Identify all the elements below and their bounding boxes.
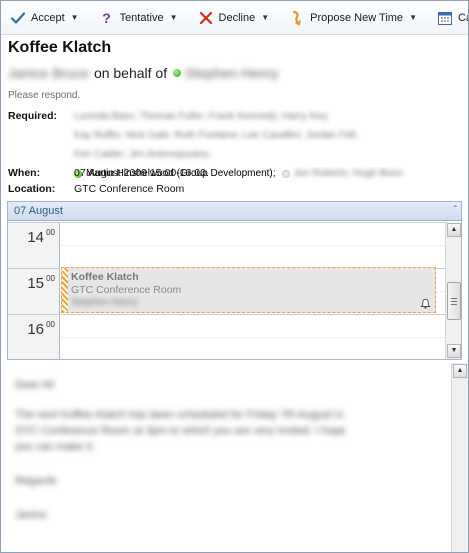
appointment-title: Koffee Klatch bbox=[71, 271, 139, 283]
appointment-organizer: Stephen Henry bbox=[71, 297, 138, 308]
calendar-icon bbox=[437, 11, 452, 25]
decline-button[interactable]: Decline ▼ bbox=[195, 7, 273, 29]
hour-minutes: 00 bbox=[46, 320, 55, 329]
scroll-up-arrow-icon[interactable]: ▲ bbox=[453, 364, 467, 378]
propose-time-icon bbox=[293, 10, 301, 26]
time-slot[interactable] bbox=[61, 222, 445, 245]
propose-dropdown-icon[interactable]: ▼ bbox=[409, 13, 417, 22]
decline-dropdown-icon[interactable]: ▼ bbox=[261, 13, 269, 22]
respond-note: Please respond. bbox=[8, 90, 81, 101]
accept-button[interactable]: Accept ▼ bbox=[7, 7, 82, 29]
accept-label: Accept bbox=[31, 11, 65, 24]
on-behalf-text: on behalf of bbox=[93, 65, 168, 81]
tentative-button[interactable]: ? Tentative ▼ bbox=[96, 7, 181, 29]
calendar-day-header: 07 August ˆ bbox=[8, 202, 461, 221]
location-label: Location: bbox=[8, 183, 56, 195]
propose-new-time-button[interactable]: Propose New Time ▼ bbox=[286, 7, 420, 29]
body-scrollbar[interactable]: ▲ bbox=[451, 363, 468, 552]
meeting-window: Accept ▼ ? Tentative ▼ Decline ▼ Propose… bbox=[0, 0, 469, 553]
scroll-up-arrow-icon[interactable]: ▲ bbox=[447, 223, 461, 237]
attendee-last[interactable]: Jon Roberts; Hugh Bonn bbox=[294, 167, 404, 181]
body-line: you can make it. bbox=[15, 441, 96, 453]
tentative-label: Tentative bbox=[119, 11, 164, 24]
hour-label: 15 00 bbox=[8, 268, 60, 314]
reminder-bell-icon bbox=[420, 298, 431, 309]
decline-label: Decline bbox=[218, 11, 256, 24]
body-line: The next Koffee Klatch has been schedule… bbox=[15, 409, 344, 421]
scrollbar-thumb[interactable] bbox=[447, 282, 461, 320]
tentative-dropdown-icon[interactable]: ▼ bbox=[170, 13, 178, 22]
hour-number: 14 bbox=[27, 229, 44, 246]
attendee-line[interactable]: Kim Calder; Jim Antonopoulos; bbox=[74, 148, 211, 162]
sender-name[interactable]: Janice Bruce bbox=[8, 65, 89, 81]
accept-dropdown-icon[interactable]: ▼ bbox=[71, 13, 79, 22]
checkmark-icon bbox=[10, 11, 26, 24]
hour-number: 16 bbox=[27, 321, 44, 338]
tentative-status-bar bbox=[62, 268, 68, 312]
x-icon bbox=[199, 11, 212, 24]
calendar-grid[interactable]: 14 00 15 00 16 00 Koffee Klatch GTC Conf… bbox=[8, 222, 445, 359]
calendar-button[interactable]: Calen bbox=[434, 7, 468, 29]
body-line: Janice bbox=[15, 509, 47, 521]
appointment-location: GTC Conference Room bbox=[71, 284, 182, 296]
attendee-line[interactable]: Kay Ruffin; Nick Gale; Ruth Fontaine; Le… bbox=[74, 129, 358, 143]
hour-minutes: 00 bbox=[46, 228, 55, 237]
time-slot[interactable] bbox=[61, 314, 445, 337]
presence-online-icon bbox=[173, 69, 182, 77]
body-line: GTC Conference Room at 3pm to which you … bbox=[15, 425, 346, 437]
calendar-preview: 07 August ˆ 14 00 15 00 16 00 Koffee Kla… bbox=[7, 201, 462, 360]
hour-label: 14 00 bbox=[8, 222, 60, 268]
location-value: GTC Conference Room bbox=[74, 183, 185, 195]
meeting-toolbar: Accept ▼ ? Tentative ▼ Decline ▼ Propose… bbox=[1, 1, 468, 35]
hour-number: 15 bbox=[27, 275, 44, 292]
presence-unknown-icon bbox=[281, 170, 290, 178]
message-body: Dear All The next Koffee Klatch has been… bbox=[7, 364, 451, 552]
hour-column: 14 00 15 00 16 00 bbox=[8, 222, 60, 359]
hour-label: 16 00 bbox=[8, 314, 60, 360]
appointment-block[interactable]: Koffee Klatch GTC Conference Room Stephe… bbox=[61, 267, 436, 313]
collapse-icon[interactable]: ˆ bbox=[454, 202, 457, 220]
body-line: Regards bbox=[15, 475, 57, 487]
when-label: When: bbox=[8, 167, 41, 179]
sender-line: Janice Bruce on behalf of Stephen Henry bbox=[8, 65, 279, 81]
question-mark-icon: ? bbox=[102, 9, 111, 26]
time-slot[interactable] bbox=[61, 337, 445, 360]
organizer-name[interactable]: Stephen Henry bbox=[185, 65, 278, 81]
body-line: Dear All bbox=[15, 379, 54, 391]
calendar-scrollbar[interactable]: ▲ ▼ bbox=[445, 222, 461, 359]
hour-minutes: 00 bbox=[46, 274, 55, 283]
scroll-down-arrow-icon[interactable]: ▼ bbox=[447, 344, 461, 358]
propose-new-time-label: Propose New Time bbox=[310, 11, 404, 24]
meeting-subject: Koffee Klatch bbox=[8, 39, 112, 56]
when-value: 07 August 2009 15:00-16:00. bbox=[74, 167, 209, 179]
attendee-line[interactable]: Lucinda Bass; Thomas Fuller; Frank Kenne… bbox=[74, 110, 329, 124]
time-slot[interactable] bbox=[61, 245, 445, 268]
calendar-label: Calen bbox=[457, 11, 468, 24]
calendar-day-label: 07 August bbox=[14, 205, 63, 217]
required-label: Required: bbox=[8, 110, 58, 122]
